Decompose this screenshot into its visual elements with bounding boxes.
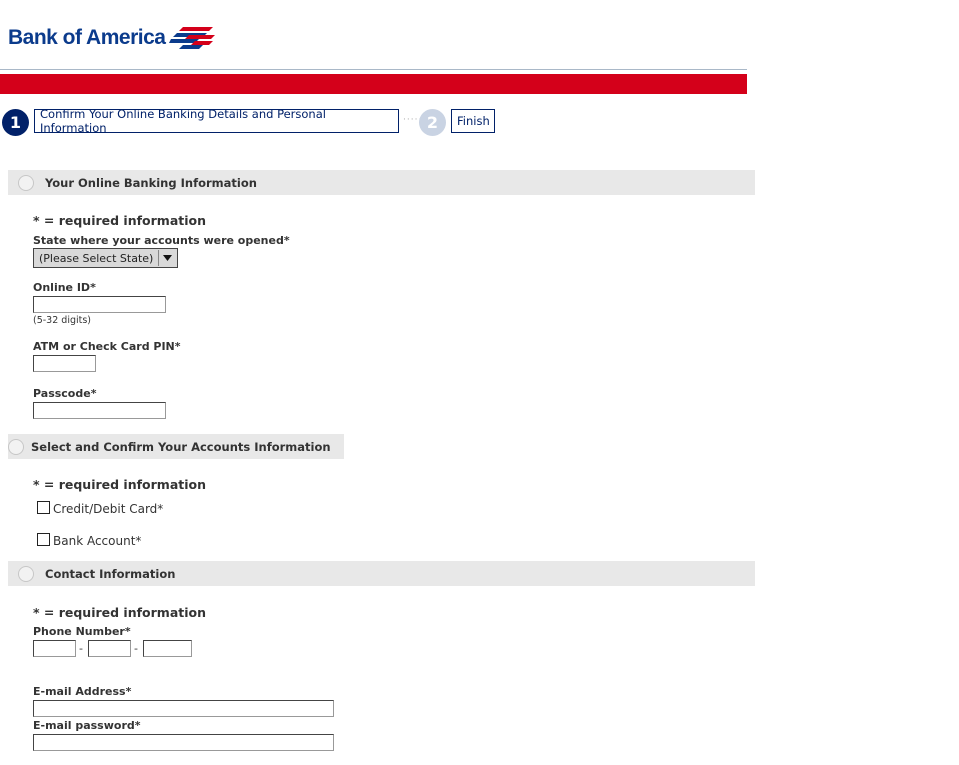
email-password-label: E-mail password* [33, 719, 141, 732]
section-title-banking: Your Online Banking Information [45, 175, 257, 190]
dropdown-arrow-icon[interactable] [158, 250, 176, 266]
section-radio-icon [8, 438, 24, 455]
credit-debit-label: Credit/Debit Card* [53, 502, 164, 516]
bank-account-checkbox[interactable] [37, 533, 50, 546]
header-divider [0, 69, 747, 70]
pin-input[interactable] [33, 355, 96, 372]
email-input[interactable] [33, 700, 334, 717]
bank-logo[interactable]: Bank of America [8, 24, 217, 52]
section-title-accounts: Select and Confirm Your Accounts Informa… [31, 439, 331, 454]
online-id-label: Online ID* [33, 281, 96, 294]
passcode-label: Passcode* [33, 387, 97, 400]
phone-separator: - [134, 642, 138, 655]
phone-prefix-input[interactable] [88, 640, 131, 657]
required-note-banking: * = required information [33, 213, 207, 228]
section-radio-icon [18, 565, 34, 582]
online-id-hint: (5-32 digits) [33, 315, 92, 326]
online-id-input[interactable] [33, 296, 166, 313]
section-radio-icon [18, 174, 34, 191]
phone-label: Phone Number* [33, 625, 131, 638]
section-title-contact: Contact Information [45, 566, 176, 581]
phone-separator: - [79, 642, 83, 655]
logo-text: Bank of America [8, 26, 166, 49]
step-2-indicator: 2 [419, 109, 446, 136]
passcode-input[interactable] [33, 402, 166, 419]
required-note-accounts: * = required information [33, 477, 207, 492]
pin-label: ATM or Check Card PIN* [33, 340, 181, 353]
step-1-indicator: 1 [2, 109, 29, 136]
section-header-contact[interactable]: Contact Information [8, 561, 755, 586]
flag-logo-icon [169, 27, 216, 49]
state-select[interactable]: (Please Select State) [33, 248, 178, 268]
required-note-contact: * = required information [33, 605, 207, 620]
bank-account-label: Bank Account* [53, 534, 142, 548]
email-label: E-mail Address* [33, 685, 132, 698]
section-header-accounts[interactable]: Select and Confirm Your Accounts Informa… [8, 434, 344, 459]
header-red-bar [0, 74, 747, 94]
section-header-banking[interactable]: Your Online Banking Information [8, 170, 755, 195]
phone-line-input[interactable] [143, 640, 192, 657]
credit-debit-checkbox[interactable] [37, 501, 50, 514]
state-select-value: (Please Select State) [39, 251, 154, 265]
step-2-label: Finish [451, 109, 495, 133]
phone-area-input[interactable] [33, 640, 76, 657]
state-label: State where your accounts were opened* [33, 234, 290, 247]
email-password-input[interactable] [33, 734, 334, 751]
step-1-label: Confirm Your Online Banking Details and … [34, 107, 399, 135]
